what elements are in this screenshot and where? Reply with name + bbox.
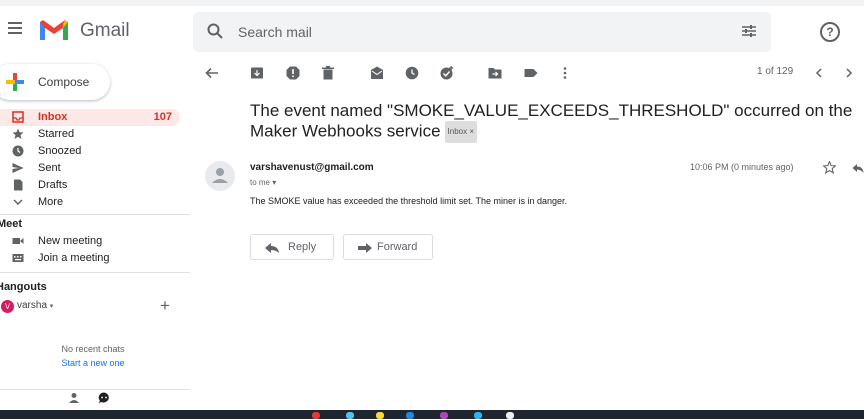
chevron-right-icon[interactable] <box>842 66 856 80</box>
chevron-down-icon: ▾ <box>49 303 54 310</box>
taskbar-app-icon[interactable] <box>312 412 320 419</box>
taskbar-app-icon[interactable] <box>440 412 448 419</box>
label-icon[interactable] <box>524 66 538 80</box>
clock-icon <box>12 145 24 157</box>
reply-button[interactable]: Reply <box>250 234 334 260</box>
inbox-icon <box>12 111 24 123</box>
sidebar-item-label: Drafts <box>38 179 68 191</box>
page-count: 1 of 129 <box>757 66 794 77</box>
search-bar[interactable]: Search mail <box>193 12 771 52</box>
message-time: 10:06 PM (0 minutes ago) <box>690 162 794 172</box>
unread-count: 107 <box>153 111 172 123</box>
menu-icon[interactable] <box>8 22 22 34</box>
forward-button[interactable]: Forward <box>343 234 433 260</box>
sidebar-item-inbox[interactable]: Inbox 107 <box>0 109 180 126</box>
add-chat-icon[interactable]: + <box>160 296 170 316</box>
meet-title: Meet <box>0 218 23 230</box>
hangouts-user[interactable]: varsha ▾ <box>17 300 53 311</box>
sidebar-item-drafts[interactable]: Drafts <box>0 177 180 194</box>
keyboard-icon <box>12 254 24 262</box>
sidebar-item-label: Join a meeting <box>38 252 110 264</box>
taskbar-app-icon[interactable] <box>376 412 384 419</box>
archive-icon[interactable] <box>250 66 264 80</box>
person-icon[interactable] <box>68 392 80 404</box>
forward-label: Forward <box>377 241 418 253</box>
inbox-label-badge[interactable]: Inbox × <box>444 121 478 143</box>
send-icon <box>12 163 24 173</box>
sidebar-item-label: New meeting <box>38 235 103 247</box>
hangouts-title: Hangouts <box>0 281 47 293</box>
plus-icon <box>6 73 24 91</box>
reply-arrow-icon[interactable] <box>852 162 864 174</box>
sidebar-item-label: More <box>38 196 64 208</box>
video-icon <box>12 238 24 244</box>
move-to-icon[interactable] <box>488 66 502 80</box>
sidebar-item-starred[interactable]: Starred <box>0 126 180 143</box>
divider <box>0 389 190 390</box>
search-icon[interactable] <box>207 23 223 39</box>
search-input[interactable]: Search mail <box>238 24 312 40</box>
help-icon[interactable]: ? <box>820 22 840 42</box>
report-spam-icon[interactable] <box>286 66 300 80</box>
sender-avatar <box>205 161 235 191</box>
search-options-icon[interactable] <box>741 24 757 38</box>
forward-icon <box>358 243 372 253</box>
compose-label: Compose <box>38 75 90 89</box>
back-arrow-icon[interactable] <box>205 66 219 80</box>
snooze-icon[interactable] <box>405 66 419 80</box>
delete-icon[interactable] <box>321 66 335 80</box>
sender-email[interactable]: varshavenust@gmail.com <box>250 162 374 173</box>
reply-label: Reply <box>288 241 317 253</box>
person-icon <box>212 168 228 183</box>
taskbar-app-icon[interactable] <box>406 412 414 419</box>
sidebar-item-label: Starred <box>38 128 75 140</box>
draft-icon <box>14 179 23 191</box>
compose-button[interactable]: Compose <box>0 64 110 100</box>
reply-icon <box>265 243 279 253</box>
sidebar-item-sent[interactable]: Sent <box>0 160 180 177</box>
hangouts-user-name: varsha <box>17 300 48 311</box>
divider <box>0 272 190 273</box>
brand-name[interactable]: Gmail <box>80 20 130 42</box>
mark-unread-icon[interactable] <box>370 66 384 80</box>
sidebar-item-join-meeting[interactable]: Join a meeting <box>0 250 180 267</box>
add-task-icon[interactable] <box>440 66 454 80</box>
sidebar-item-label: Inbox <box>38 111 68 123</box>
sidebar-item-more[interactable]: More <box>0 194 180 211</box>
gmail-logo-icon[interactable] <box>38 18 70 42</box>
sidebar-item-label: Snoozed <box>38 145 82 157</box>
start-new-chat-link[interactable]: Start a new one <box>0 358 186 368</box>
header: Gmail Search mail ? <box>0 6 864 58</box>
divider <box>0 214 190 215</box>
sidebar-item-new-meeting[interactable]: New meeting <box>0 233 180 250</box>
star-icon <box>12 128 24 139</box>
chat-bubble-icon[interactable] <box>98 392 110 404</box>
more-vertical-icon[interactable] <box>558 66 572 80</box>
taskbar-app-icon[interactable] <box>506 412 514 419</box>
sidebar-item-label: Sent <box>38 162 61 174</box>
recipients-toggle[interactable]: to me ▾ <box>250 178 276 187</box>
email-subject-text: The event named "SMOKE_VALUE_EXCEEDS_THR… <box>250 101 853 141</box>
chevron-down-icon <box>13 199 23 206</box>
avatar[interactable]: V <box>1 300 14 313</box>
no-chats-text: No recent chats <box>61 344 125 354</box>
star-icon[interactable] <box>823 161 836 174</box>
taskbar-app-icon[interactable] <box>474 412 482 419</box>
sidebar-item-snoozed[interactable]: Snoozed <box>0 143 180 160</box>
os-taskbar <box>0 410 864 419</box>
chevron-left-icon[interactable] <box>812 66 826 80</box>
taskbar-app-icon[interactable] <box>346 412 354 419</box>
email-subject: The event named "SMOKE_VALUE_EXCEEDS_THR… <box>250 101 855 143</box>
email-body: The SMOKE value has exceeded the thresho… <box>250 196 567 206</box>
